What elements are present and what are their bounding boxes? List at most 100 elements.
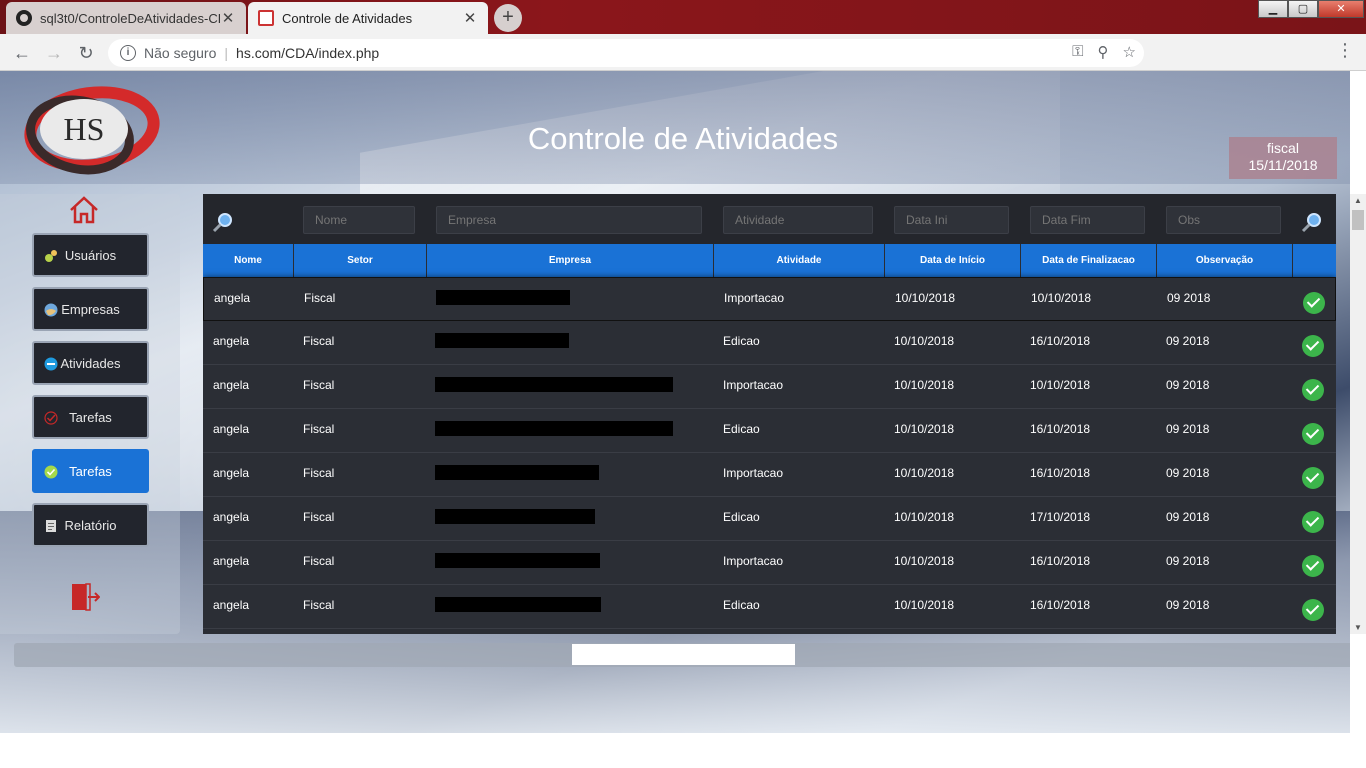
sidebar-item-atividades[interactable]: Atividades xyxy=(32,341,149,385)
page-icon xyxy=(258,10,274,26)
cell-atividade: Importacao xyxy=(724,291,785,305)
table-row[interactable]: angela Fiscal Importacao 10/10/2018 10/10/20… xyxy=(203,365,1336,409)
url-text: hs.com/CDA/index.php xyxy=(236,45,380,61)
cell-inicio: 10/10/2018 xyxy=(894,422,955,436)
logout-icon[interactable] xyxy=(70,582,100,612)
complete-check-icon[interactable] xyxy=(1302,423,1324,445)
complete-check-icon[interactable] xyxy=(1302,379,1324,401)
filter-data-ini-input[interactable] xyxy=(894,206,1009,234)
browser-tab-github[interactable]: sql3t0/ControleDeAtividades-CDA ✕ xyxy=(6,2,246,34)
back-icon[interactable]: ← xyxy=(9,40,35,66)
cell-inicio: 10/10/2018 xyxy=(894,554,955,568)
redacted-empresa xyxy=(435,553,600,568)
sidebar-item-usuarios[interactable]: Usuários xyxy=(32,233,149,277)
column-header-setor[interactable]: Setor xyxy=(294,244,427,277)
sidebar-item-tarefas[interactable]: Tarefas xyxy=(32,395,149,439)
table-row[interactable]: angela Fiscal Edicao 10/10/2018 16/10/2018 09… xyxy=(203,409,1336,453)
column-header-data-finalizacao[interactable]: Data de Finalizacao xyxy=(1021,244,1157,277)
sidebar-item-tarefas-active[interactable]: Tarefas xyxy=(32,449,149,493)
star-icon[interactable]: ☆ xyxy=(1123,43,1136,61)
table-row[interactable]: angela Fiscal Importacao 10/10/2018 10/10/20… xyxy=(203,277,1336,321)
cell-obs: 09 2018 xyxy=(1167,291,1211,305)
security-label: Não seguro xyxy=(144,45,217,61)
complete-check-icon[interactable] xyxy=(1302,555,1324,577)
sidebar-item-label: Tarefas xyxy=(69,463,112,479)
table-row[interactable]: angela Fiscal Importacao 10/10/2018 16/10/20… xyxy=(203,541,1336,585)
filter-atividade-input[interactable] xyxy=(723,206,873,234)
column-header-data-inicio[interactable]: Data de Início xyxy=(885,244,1021,277)
table-row[interactable]: angela Fiscal Importacao 10/10/2018 16/10/20… xyxy=(203,453,1336,497)
table-vertical-scrollbar[interactable]: ▲ ▼ xyxy=(1350,194,1366,634)
page-title: Controle de Atividades xyxy=(527,121,839,156)
sidebar-item-label: Empresas xyxy=(61,301,120,317)
browser-menu-icon[interactable]: ⋮ xyxy=(1336,40,1354,61)
table-row[interactable]: angela Fiscal Edicao 10/10/2018 16/10/2018 09… xyxy=(203,585,1336,629)
scroll-up-icon[interactable]: ▲ xyxy=(1350,196,1366,205)
new-tab-button[interactable]: + xyxy=(494,4,522,32)
cell-nome: angela xyxy=(213,378,250,392)
browser-tab-active[interactable]: Controle de Atividades ✕ xyxy=(248,2,488,34)
table-row[interactable]: angela Fiscal Edicao 10/10/2018 16/10/2018 09… xyxy=(203,321,1336,365)
address-bar[interactable]: i Não seguro | hs.com/CDA/index.php ⚿ ⚲ … xyxy=(108,39,1144,67)
table-row[interactable]: angela Fiscal Edicao 10/10/2018 17/10/2018 09… xyxy=(203,497,1336,541)
close-tab-icon[interactable]: ✕ xyxy=(220,9,236,27)
filter-empresa-input[interactable] xyxy=(436,206,702,234)
cell-setor: Fiscal xyxy=(303,554,335,568)
filter-data-fim-input[interactable] xyxy=(1030,206,1145,234)
cell-fim: 16/10/2018 xyxy=(1030,466,1091,480)
info-icon[interactable]: i xyxy=(120,45,136,61)
complete-check-icon[interactable] xyxy=(1302,599,1324,621)
activity-icon xyxy=(44,357,58,371)
cell-nome: angela xyxy=(213,598,250,612)
page-footer-area xyxy=(0,733,1350,768)
cell-nome: angela xyxy=(214,291,251,305)
cell-obs: 09 2018 xyxy=(1166,598,1210,612)
redacted-empresa xyxy=(435,465,599,480)
cell-setor: Fiscal xyxy=(304,291,336,305)
complete-check-icon[interactable] xyxy=(1302,511,1324,533)
redacted-empresa xyxy=(435,333,569,348)
complete-check-icon[interactable] xyxy=(1302,335,1324,357)
reload-icon[interactable]: ↻ xyxy=(73,40,99,66)
cell-inicio: 10/10/2018 xyxy=(894,598,955,612)
cell-atividade: Importacao xyxy=(723,554,784,568)
tab-title: Controle de Atividades xyxy=(282,10,413,26)
cell-obs: 09 2018 xyxy=(1166,510,1210,524)
close-window-button[interactable]: ✕ xyxy=(1318,0,1364,18)
close-tab-icon[interactable]: ✕ xyxy=(462,9,478,27)
cell-nome: angela xyxy=(213,466,250,480)
complete-check-icon[interactable] xyxy=(1302,467,1324,489)
maximize-button[interactable]: ▢ xyxy=(1288,0,1318,18)
forward-icon[interactable]: → xyxy=(41,40,67,66)
scrollbar-thumb[interactable] xyxy=(1352,210,1364,230)
sidebar-item-relatorio[interactable]: Relatório xyxy=(32,503,149,547)
user-name: fiscal xyxy=(1267,140,1299,156)
scroll-down-icon[interactable]: ▼ xyxy=(1350,623,1366,632)
cell-setor: Fiscal xyxy=(303,598,335,612)
column-header-empresa[interactable]: Empresa xyxy=(427,244,714,277)
cell-nome: angela xyxy=(213,334,250,348)
search-icon[interactable] xyxy=(1300,210,1324,234)
cell-obs: 09 2018 xyxy=(1166,422,1210,436)
sidebar-item-empresas[interactable]: Empresas xyxy=(32,287,149,331)
complete-check-icon[interactable] xyxy=(1303,292,1325,314)
search-icon[interactable] xyxy=(211,210,235,234)
column-header-nome[interactable]: Nome xyxy=(203,244,294,277)
column-header-atividade[interactable]: Atividade xyxy=(714,244,885,277)
filter-nome-input[interactable] xyxy=(303,206,415,234)
github-icon xyxy=(16,10,32,26)
separator: | xyxy=(224,45,229,61)
horizontal-scrollbar-thumb[interactable] xyxy=(572,644,795,665)
minimize-button[interactable]: ▁ xyxy=(1258,0,1288,18)
globe-icon xyxy=(44,303,58,317)
column-header-observacao[interactable]: Observação xyxy=(1157,244,1293,277)
zoom-icon[interactable]: ⚲ xyxy=(1098,43,1109,61)
key-icon[interactable]: ⚿ xyxy=(1072,43,1083,61)
check-green-icon xyxy=(44,465,58,479)
cell-nome: angela xyxy=(213,510,250,524)
home-icon[interactable] xyxy=(68,195,100,225)
filter-obs-input[interactable] xyxy=(1166,206,1281,234)
check-outline-icon xyxy=(44,411,58,425)
cell-obs: 09 2018 xyxy=(1166,554,1210,568)
browser-toolbar: ← → ↻ i Não seguro | hs.com/CDA/index.ph… xyxy=(0,34,1366,71)
